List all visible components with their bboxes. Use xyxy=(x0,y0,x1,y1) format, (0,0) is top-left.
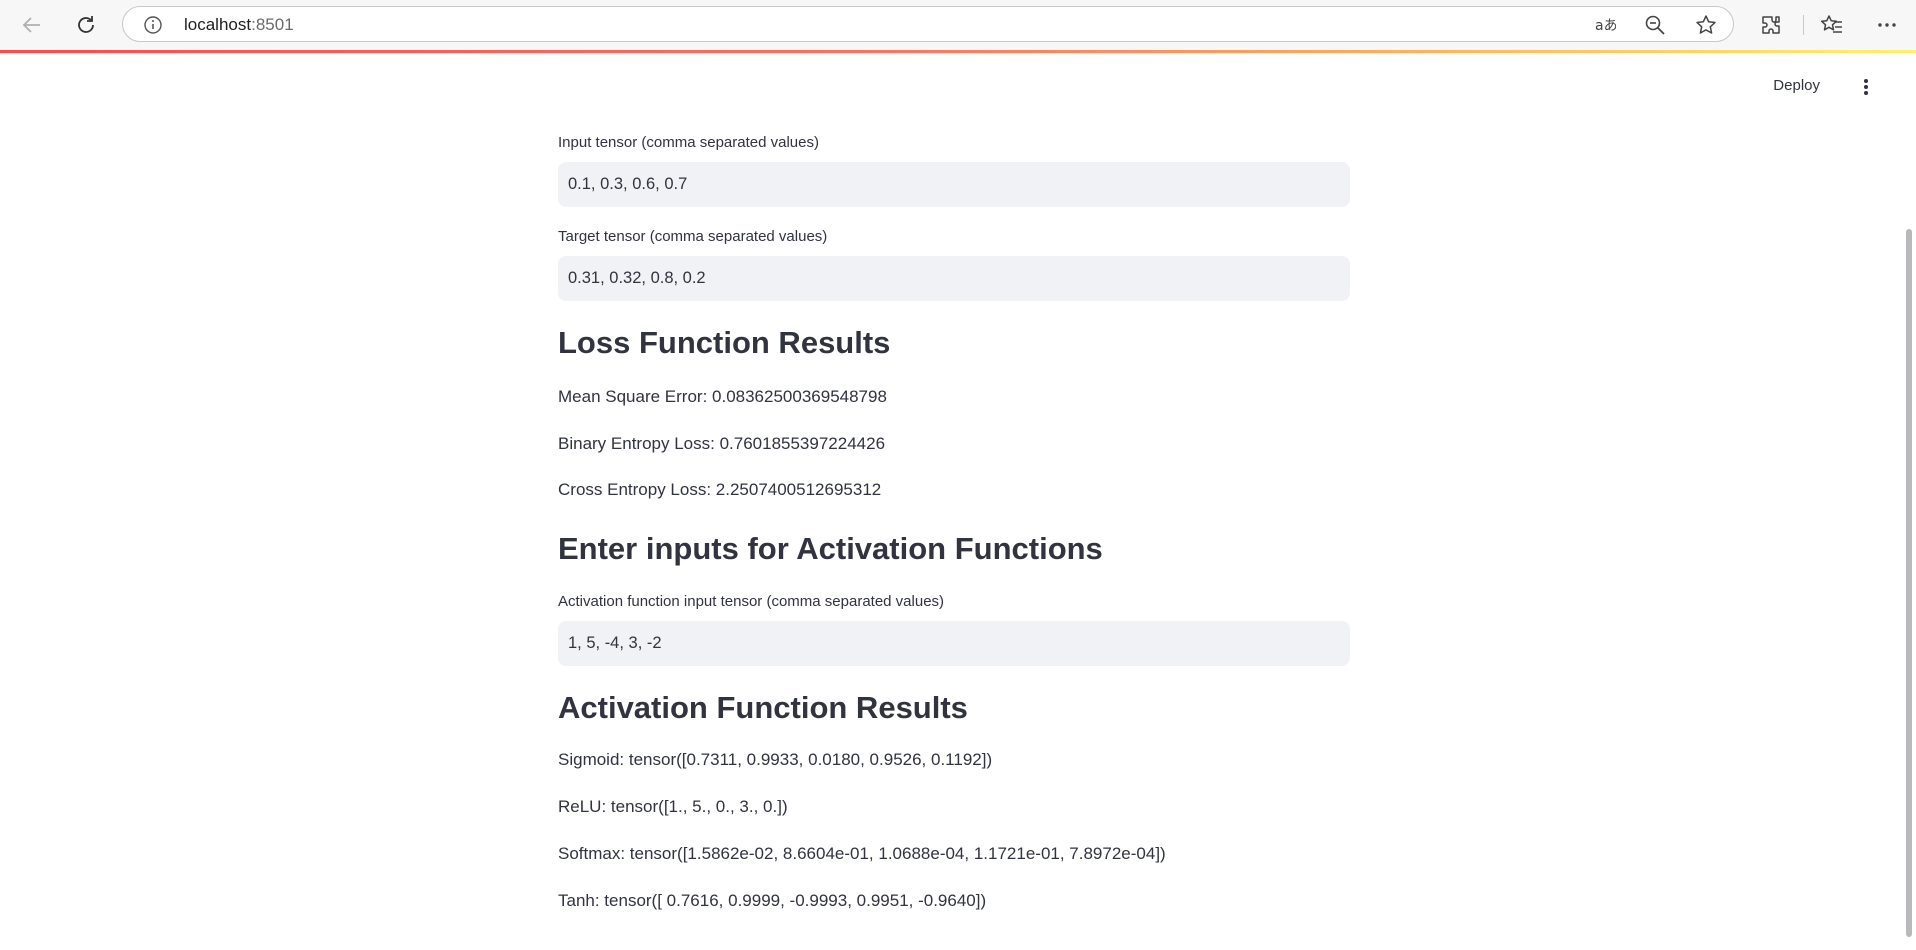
favorites-icon[interactable] xyxy=(1819,12,1845,38)
target-tensor-label: Target tensor (comma separated values) xyxy=(558,228,828,245)
activation-input-field[interactable] xyxy=(558,621,1350,666)
ce-result: Cross Entropy Loss: 2.2507400512695312 xyxy=(558,480,882,499)
mse-result: Mean Square Error: 0.08362500369548798 xyxy=(558,387,887,406)
translate-icon[interactable]: aあ xyxy=(1593,13,1617,37)
softmax-result: Softmax: tensor([1.5862e-02, 8.6604e-01,… xyxy=(558,844,1166,863)
browser-toolbar: localhost:8501 aあ xyxy=(0,0,1916,50)
bce-result: Binary Entropy Loss: 0.7601855397224426 xyxy=(558,434,886,453)
sigmoid-result: Sigmoid: tensor([0.7311, 0.9933, 0.0180,… xyxy=(558,750,993,769)
extensions-icon[interactable] xyxy=(1758,12,1784,38)
info-icon[interactable] xyxy=(143,15,163,35)
deploy-button[interactable]: Deploy xyxy=(1773,77,1820,94)
tanh-result: Tanh: tensor([ 0.7616, 0.9999, -0.9993, … xyxy=(558,891,987,910)
activation-input-label: Activation function input tensor (comma … xyxy=(558,593,945,610)
more-icon[interactable] xyxy=(1874,12,1900,38)
activation-results-heading: Activation Function Results xyxy=(558,690,968,725)
input-tensor-field[interactable] xyxy=(558,162,1350,207)
toolbar-separator xyxy=(1803,15,1804,35)
svg-text:aあ: aあ xyxy=(1595,18,1616,34)
url-port: :8501 xyxy=(251,15,294,34)
address-bar[interactable]: localhost:8501 aあ xyxy=(122,6,1734,42)
target-tensor-field[interactable] xyxy=(558,256,1350,301)
app-main: Deploy Input tensor (comma separated val… xyxy=(0,53,1916,950)
star-icon[interactable] xyxy=(1694,13,1718,37)
loss-results-heading: Loss Function Results xyxy=(558,325,891,360)
back-arrow-icon[interactable] xyxy=(17,10,47,40)
kebab-menu-icon[interactable] xyxy=(1856,77,1876,97)
zoom-out-icon[interactable] xyxy=(1643,13,1667,37)
scrollbar-thumb[interactable] xyxy=(1906,229,1912,937)
input-tensor-label: Input tensor (comma separated values) xyxy=(558,134,819,151)
url-text[interactable]: localhost:8501 xyxy=(184,15,294,35)
activation-inputs-heading: Enter inputs for Activation Functions xyxy=(558,531,1103,566)
relu-result: ReLU: tensor([1., 5., 0., 3., 0.]) xyxy=(558,797,788,816)
url-host: localhost xyxy=(184,15,252,34)
reload-icon[interactable] xyxy=(71,10,101,40)
